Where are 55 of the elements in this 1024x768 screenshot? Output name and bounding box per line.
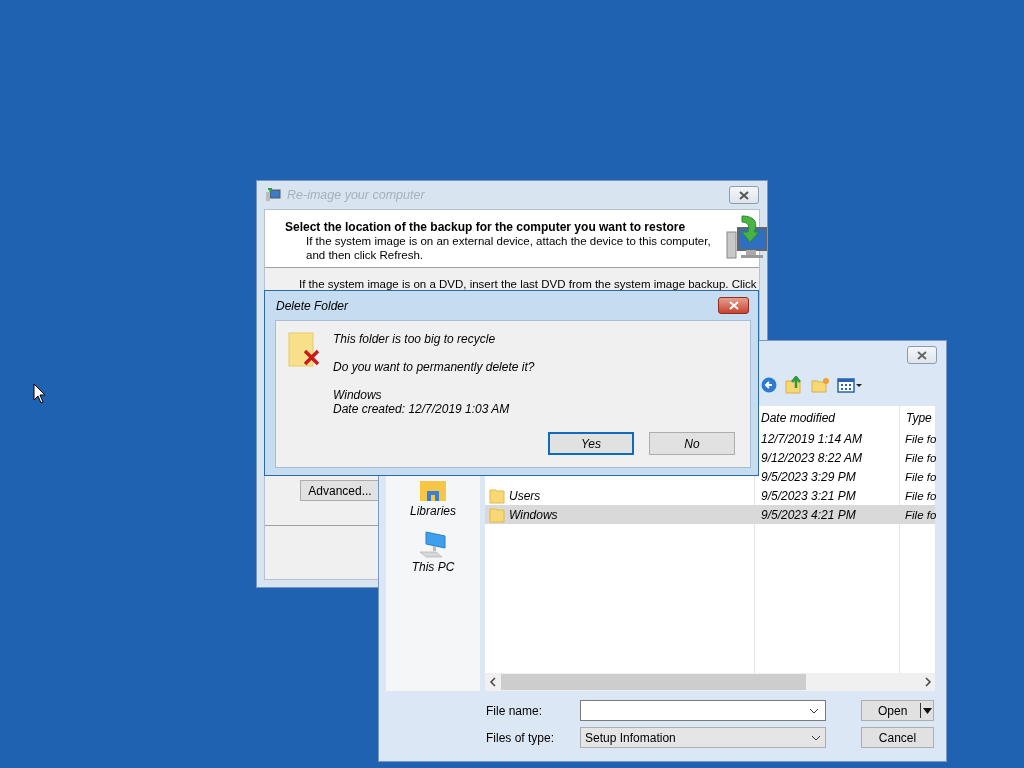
advanced-button[interactable]: Advanced... [300,480,380,501]
close-button[interactable] [718,297,749,314]
dialog-button[interactable]: No [649,432,735,455]
file-name-field[interactable] [580,700,826,721]
dialog-button[interactable]: Yes [548,432,634,455]
type-cell-text: File fo [904,508,935,521]
date-cell-text: 9/5/2023 4:21 PM [760,507,857,522]
close-icon [728,301,739,310]
mouse-cursor [33,383,46,404]
date-cell-text: 9/5/2023 3:21 PM [760,488,857,503]
up-folder-icon[interactable] [785,376,803,394]
nav-item[interactable]: This PC [411,530,455,574]
close-icon [739,190,749,200]
libraries-icon [419,478,447,502]
date-cell-text: 9/12/2023 8:22 AM [760,450,863,465]
chevron-down-icon[interactable] [809,707,819,714]
file-name[interactable]: Users [509,488,541,503]
folder-icon [489,506,505,523]
field-label: Files of type: [486,730,556,745]
close-button[interactable] [729,186,759,204]
folder-delete-icon [288,332,321,367]
wizard-subtext: If the system image is on an external device, attach the device to this computer, and then click Refresh. [306,234,712,262]
dialog-title: Delete Folder [276,298,349,313]
scroll-right-icon[interactable] [924,677,932,687]
chevron-down-icon[interactable] [811,734,821,741]
column-header[interactable]: Type [900,406,935,429]
instruction-text: If the system image is on a DVD, insert the last DVD from the system image backup. Click [299,278,758,290]
folder-name: Windows [333,388,383,402]
dialog-question: Do you want to permanently delete it? [333,360,535,374]
view-menu-icon[interactable] [837,377,863,393]
file-name[interactable]: Windows [509,507,558,522]
dropdown-arrow-icon[interactable] [922,707,932,714]
file-type-dropdown[interactable]: Setup Infomation [580,727,826,748]
date-cell-text: 9/5/2023 3:29 PM [760,469,857,484]
wizard-heading: Select the location of the backup for the computer you want to restore [285,220,687,234]
computer-icon [265,188,281,202]
open-button[interactable]: Open [861,700,934,721]
type-cell-text: File fo [904,432,935,445]
computer-icon [418,530,448,558]
type-cell-text: File fo [904,470,935,483]
close-icon [917,350,927,360]
folder-date: Date created: 12/7/2019 1:03 AM [333,402,511,416]
field-label: File name: [486,703,544,718]
column-header[interactable]: Date modified [755,406,900,429]
type-cell-text: File fo [904,489,935,502]
folder-icon [489,487,505,504]
horizontal-scrollbar[interactable] [485,673,935,691]
nav-item[interactable]: Libraries [410,478,456,518]
back-icon[interactable] [761,377,777,393]
type-cell-text: File fo [904,451,935,464]
dialog-message: This folder is too big to recycle [333,332,497,346]
scroll-left-icon[interactable] [488,677,496,687]
close-button[interactable] [907,346,937,364]
date-cell-text: 12/7/2019 1:14 AM [760,431,863,446]
cancel-button[interactable]: Cancel [861,727,934,748]
